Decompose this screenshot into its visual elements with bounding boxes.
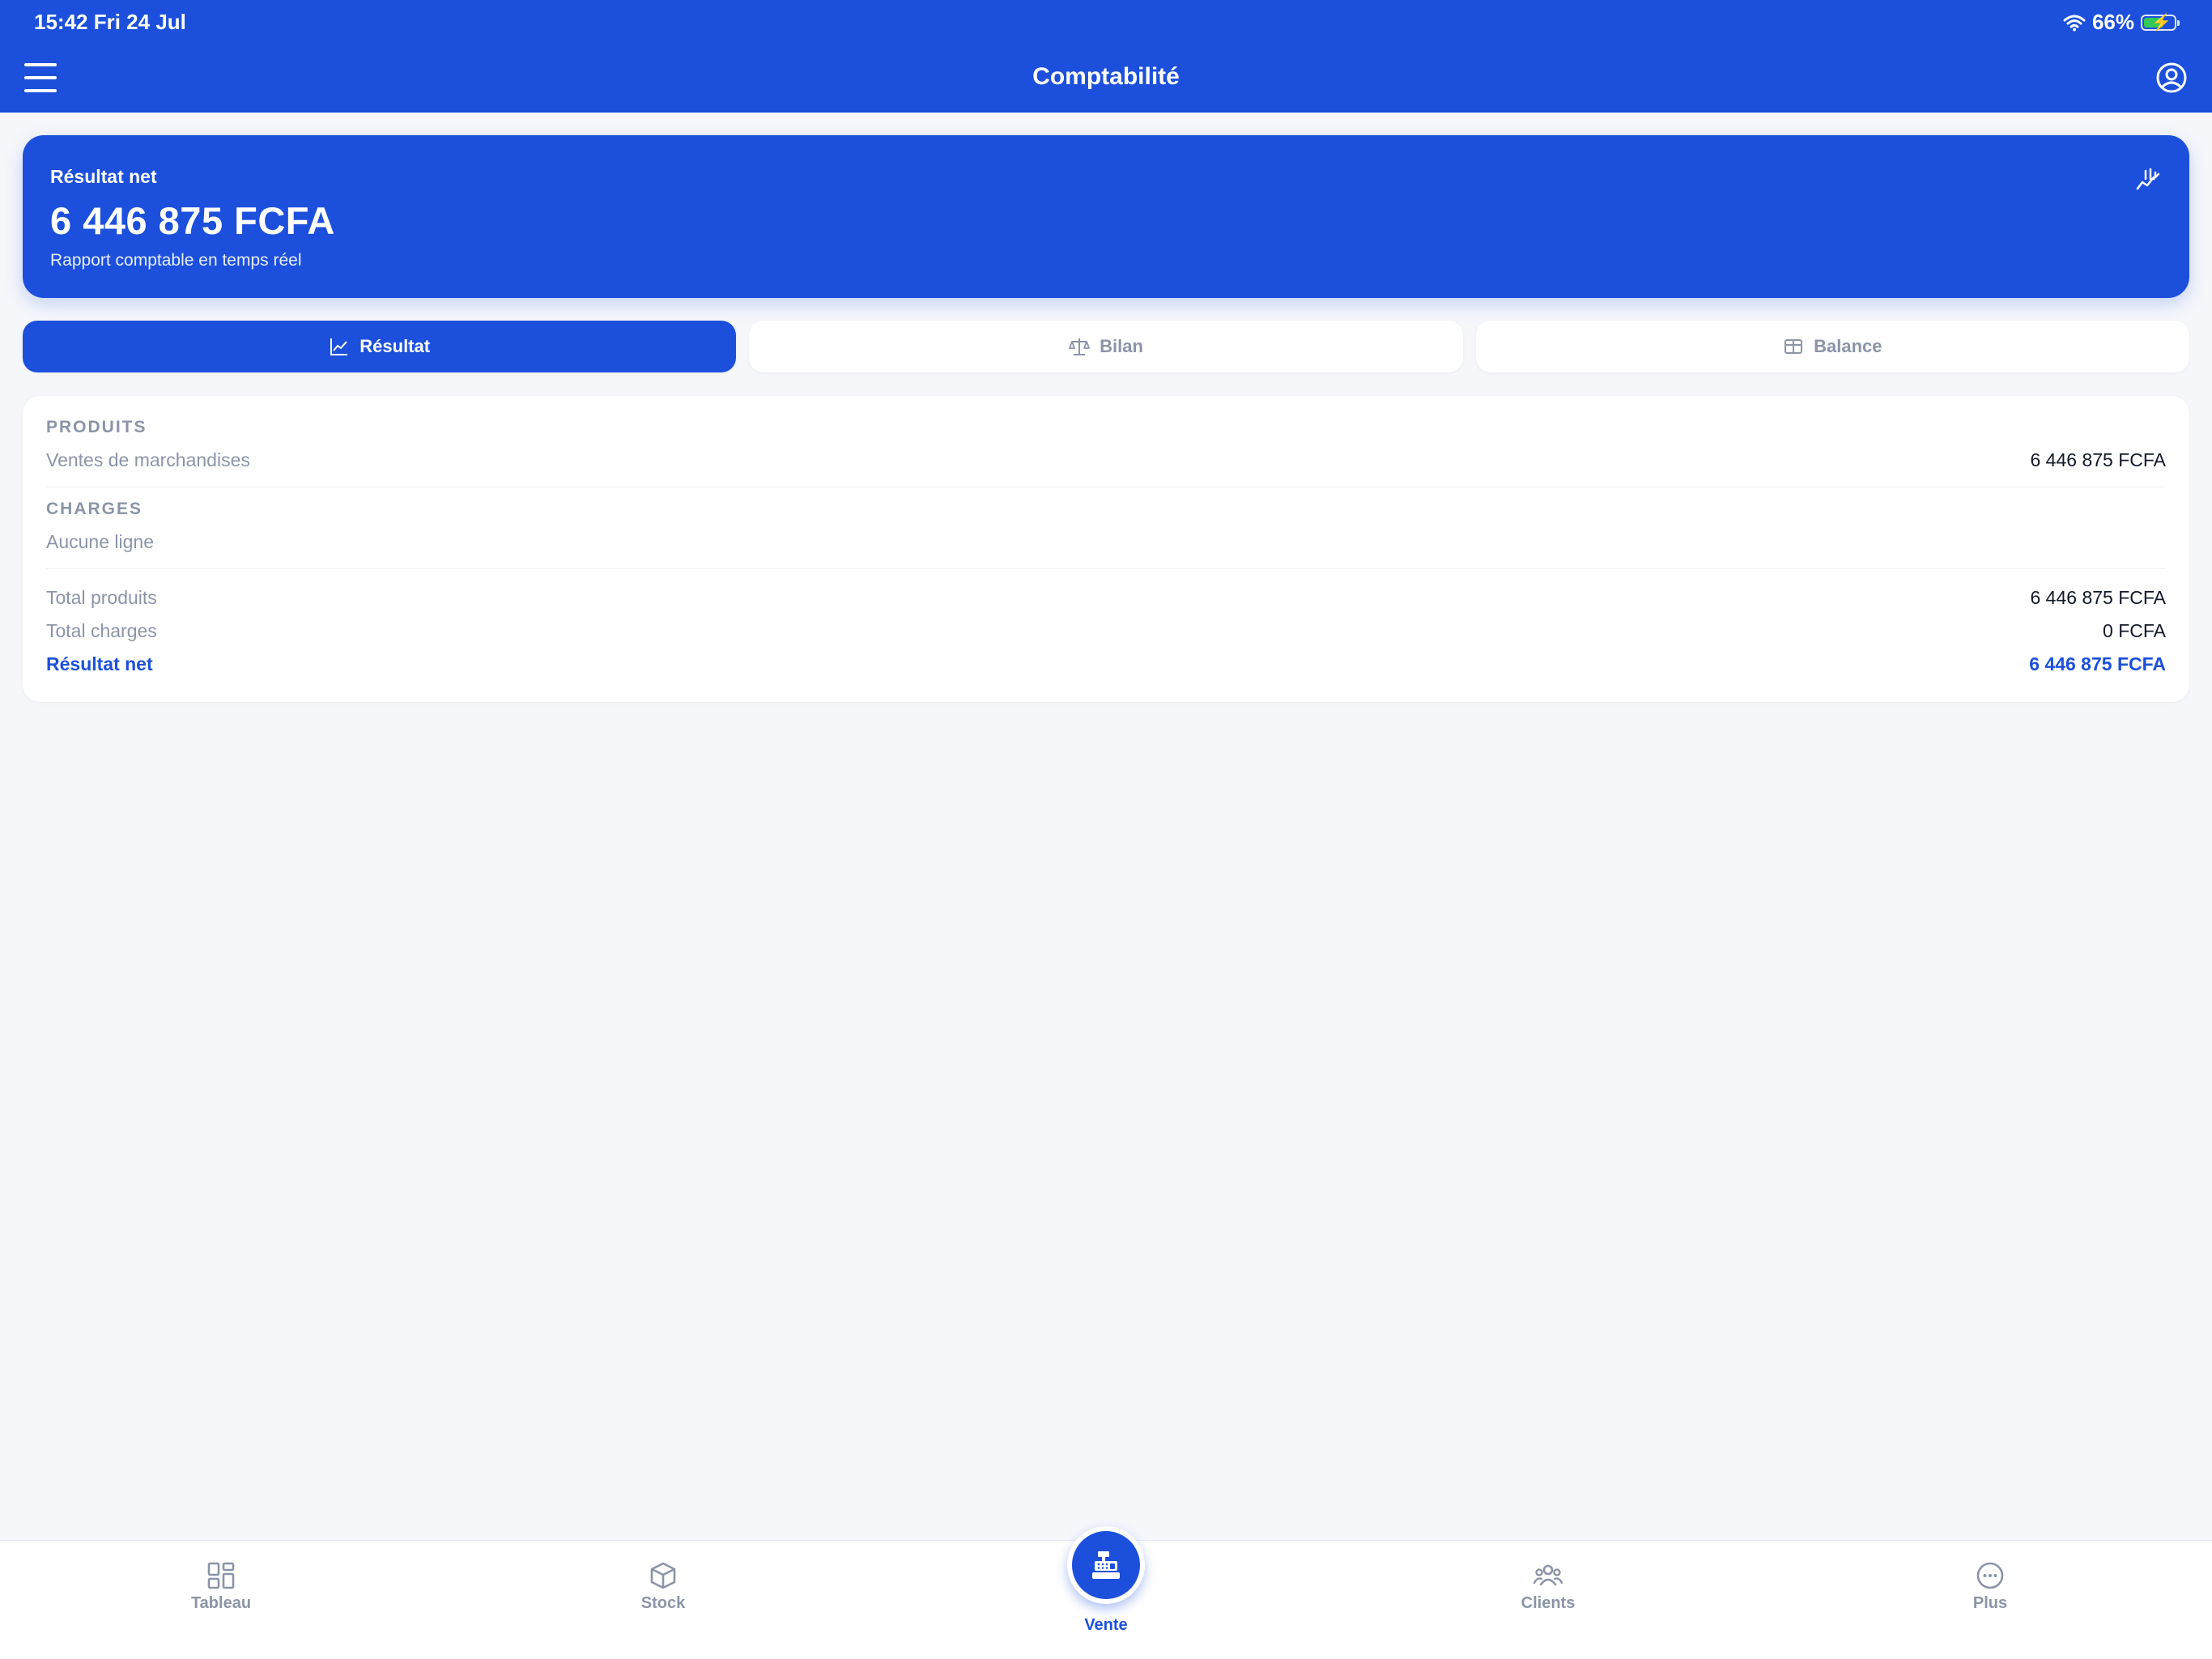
tab-resultat[interactable]: Résultat — [23, 321, 737, 372]
net-result-card: Résultat net 6 446 875 FCFA Rapport comp… — [23, 135, 2189, 298]
app-header: 15:42 Fri 24 Jul 66% ⚡ Comptabilité — [0, 0, 2212, 113]
analytics-icon — [2136, 168, 2160, 190]
divider — [46, 568, 2166, 569]
total-charges-label: Total charges — [46, 620, 157, 641]
tab-bilan[interactable]: Bilan — [749, 321, 1463, 372]
nav-clients[interactable]: Clients — [1483, 1560, 1613, 1613]
nav-tableau-label: Tableau — [190, 1594, 252, 1612]
nav-tableau[interactable]: Tableau — [156, 1560, 286, 1613]
battery-icon: ⚡ — [2141, 14, 2180, 32]
produits-heading: PRODUITS — [46, 418, 147, 436]
tab-bilan-label: Bilan — [1100, 336, 1143, 356]
bottom-tab-bar: Tableau Stock Vente Clients Plus — [0, 1526, 2212, 1659]
nav-plus-label: Plus — [1972, 1594, 2008, 1612]
box-icon — [650, 1562, 676, 1589]
table-icon — [1784, 339, 1803, 354]
resultat-net-label: Résultat net — [46, 653, 153, 674]
users-icon — [1533, 1564, 1563, 1586]
income-statement-card: PRODUITS Ventes de marchandises 6 446 87… — [23, 396, 2189, 702]
nav-stock-label: Stock — [640, 1594, 686, 1612]
line-chart-icon — [330, 338, 348, 355]
status-right: 66% ⚡ — [2063, 10, 2180, 35]
resultat-net-value: 6 446 875 FCFA — [2029, 653, 2166, 674]
tab-balance[interactable]: Balance — [1475, 321, 2189, 372]
nav-plus[interactable]: Plus — [1925, 1560, 2055, 1613]
tab-resultat-label: Résultat — [359, 336, 431, 356]
produits-line-label: Ventes de marchandises — [46, 449, 250, 470]
cash-register-icon — [1092, 1551, 1120, 1579]
total-charges-value: 0 FCFA — [2103, 620, 2166, 641]
nav-vente-button[interactable] — [1067, 1526, 1145, 1604]
more-icon — [1976, 1562, 2004, 1589]
scale-icon — [1069, 338, 1090, 355]
page-title: Comptabilité — [1032, 63, 1180, 90]
produits-line-value: 6 446 875 FCFA — [2030, 449, 2167, 470]
total-produits-label: Total produits — [46, 587, 157, 608]
charges-heading: CHARGES — [46, 500, 143, 518]
dashboard-icon — [207, 1562, 235, 1589]
hero-subtitle: Rapport comptable en temps réel — [50, 251, 302, 270]
nav-vente-label[interactable]: Vente — [1041, 1616, 1171, 1635]
tab-balance-label: Balance — [1814, 336, 1882, 356]
battery-percent: 66% — [2091, 10, 2134, 34]
wifi-icon — [2063, 15, 2086, 31]
charges-empty-label: Aucune ligne — [46, 531, 154, 552]
status-time: 15:42 Fri 24 Jul — [34, 10, 186, 34]
hero-value: 6 446 875 FCFA — [50, 199, 335, 242]
nav-clients-label: Clients — [1521, 1594, 1576, 1612]
hero-label: Résultat net — [50, 166, 157, 187]
profile-icon[interactable] — [2155, 62, 2188, 94]
total-produits-value: 6 446 875 FCFA — [2030, 587, 2167, 608]
nav-stock[interactable]: Stock — [598, 1560, 728, 1613]
report-tabs: Résultat Bilan Balance — [23, 321, 2189, 372]
